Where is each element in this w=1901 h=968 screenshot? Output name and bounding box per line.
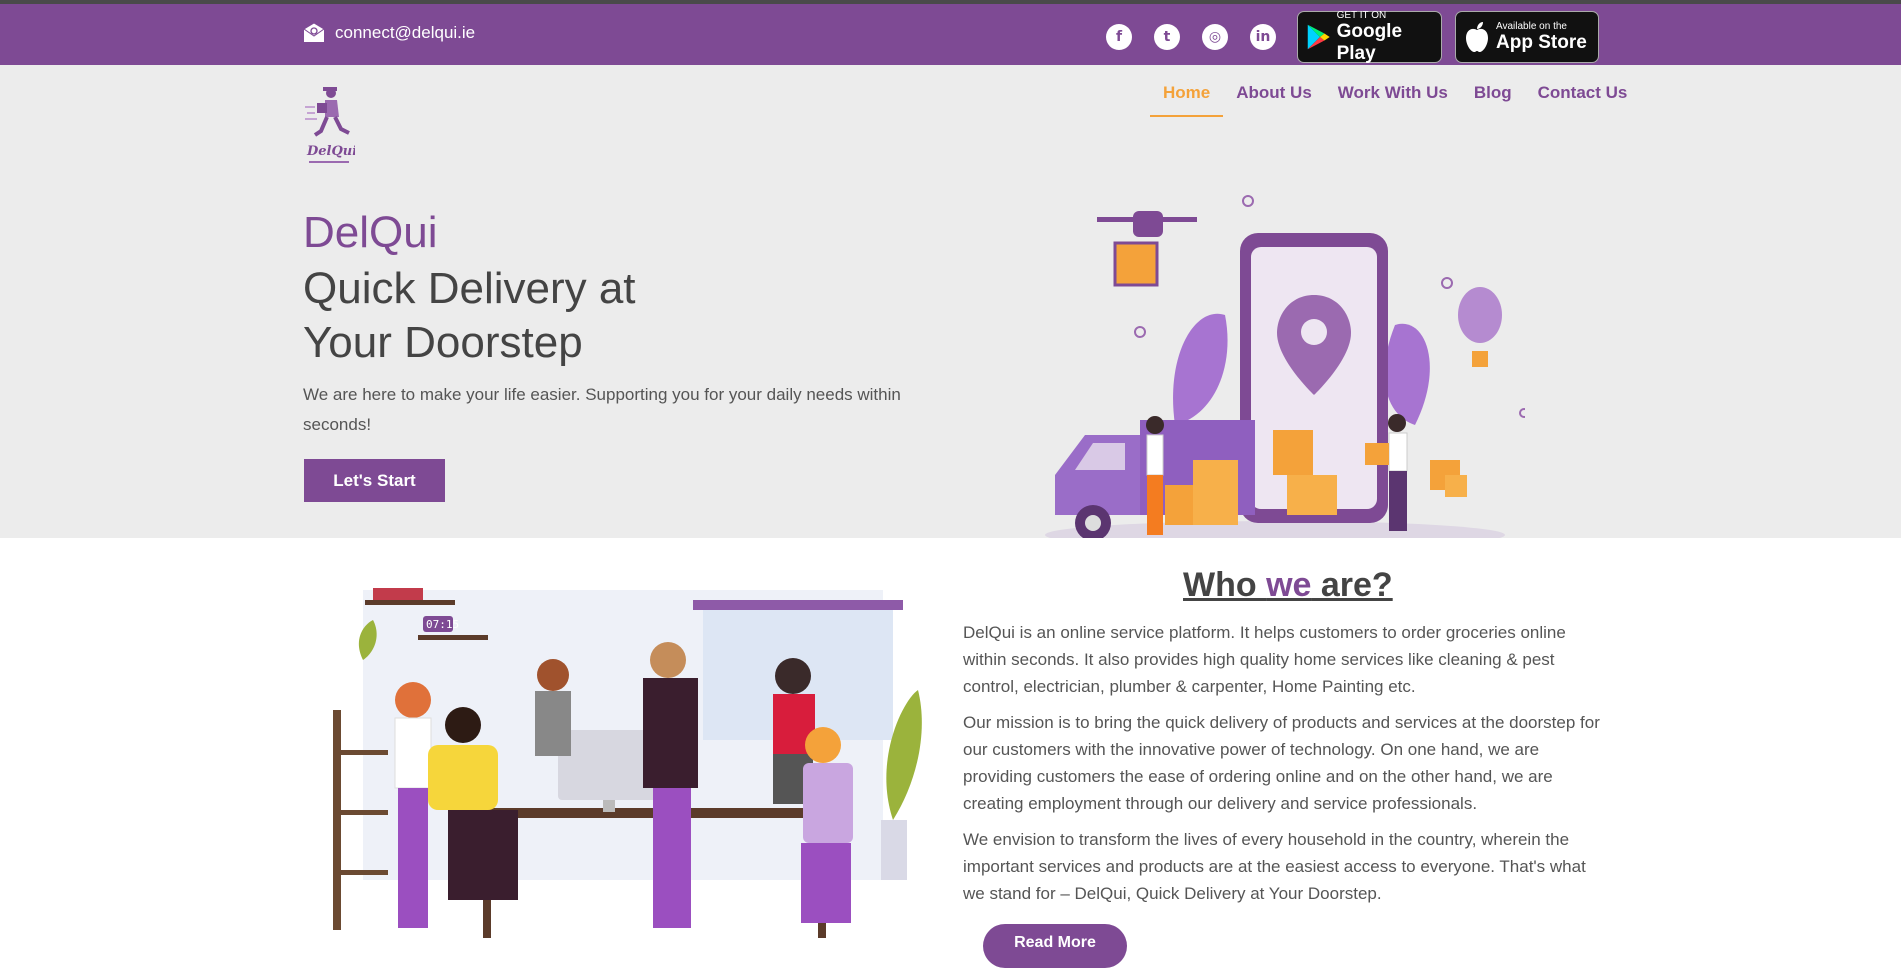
hero-headline: Quick Delivery at Your Doorstep	[303, 262, 723, 370]
nav-about-us[interactable]: About Us	[1223, 83, 1325, 117]
who-title-we: we	[1266, 566, 1312, 604]
mail-icon	[303, 23, 325, 42]
hero-brand: DelQui	[303, 208, 438, 257]
who-title-post: are?	[1311, 566, 1393, 604]
about-paragraph-2: Our mission is to bring the quick delive…	[963, 713, 1600, 813]
google-play-icon	[1307, 24, 1330, 50]
app-store-small: Available on the	[1496, 20, 1567, 32]
svg-text:DelQui: DelQui	[306, 144, 355, 159]
lets-start-button[interactable]: Let's Start	[304, 459, 445, 502]
hero-section: DelQui Home About Us Work With Us Blog C…	[0, 65, 1901, 549]
wall-clock-time: 07:15	[426, 618, 459, 631]
twitter-icon[interactable]: t	[1154, 24, 1180, 50]
about-paragraph-3: We envision to transform the lives of ev…	[963, 830, 1586, 903]
linkedin-icon[interactable]: in	[1250, 24, 1276, 50]
team-illustration: 07:15	[303, 580, 943, 944]
about-paragraph-1: DelQui is an online service platform. It…	[963, 623, 1566, 696]
apple-icon	[1466, 22, 1488, 52]
main-nav: Home About Us Work With Us Blog Contact …	[1150, 83, 1640, 117]
hero-subtitle: We are here to make your life easier. Su…	[303, 385, 901, 434]
hero-headline-line2: Your Doorstep	[303, 318, 583, 367]
google-play-badge[interactable]: GET IT ON Google Play	[1297, 9, 1442, 64]
delivery-illustration	[1045, 195, 1525, 549]
instagram-icon[interactable]: ◎	[1202, 24, 1228, 50]
nav-home[interactable]: Home	[1150, 83, 1224, 117]
social-links: f t ◎ in	[1106, 24, 1276, 50]
read-more-button[interactable]: Read More	[983, 924, 1127, 968]
who-title-pre: Who	[1183, 566, 1267, 604]
google-play-small: GET IT ON	[1336, 9, 1387, 21]
contact-email[interactable]: connect@delqui.ie	[303, 23, 475, 43]
hero-headline-line1: Quick Delivery at	[303, 264, 636, 313]
email-text[interactable]: connect@delqui.ie	[335, 23, 475, 43]
app-store-big: App Store	[1496, 31, 1587, 53]
app-store-badge[interactable]: Available on the App Store	[1455, 11, 1599, 63]
facebook-icon[interactable]: f	[1106, 24, 1132, 50]
google-play-big: Google Play	[1336, 20, 1403, 64]
who-we-are-title: Who we are?	[1183, 566, 1393, 605]
delqui-logo[interactable]: DelQui	[303, 85, 355, 171]
top-bar: connect@delqui.ie f t ◎ in GET IT ON Goo…	[0, 4, 1901, 65]
about-section: 07:15 Who we are? DelQui is an online se…	[0, 538, 1901, 968]
nav-contact-us[interactable]: Contact Us	[1525, 83, 1641, 117]
nav-work-with-us[interactable]: Work With Us	[1325, 83, 1461, 117]
nav-blog[interactable]: Blog	[1461, 83, 1525, 117]
